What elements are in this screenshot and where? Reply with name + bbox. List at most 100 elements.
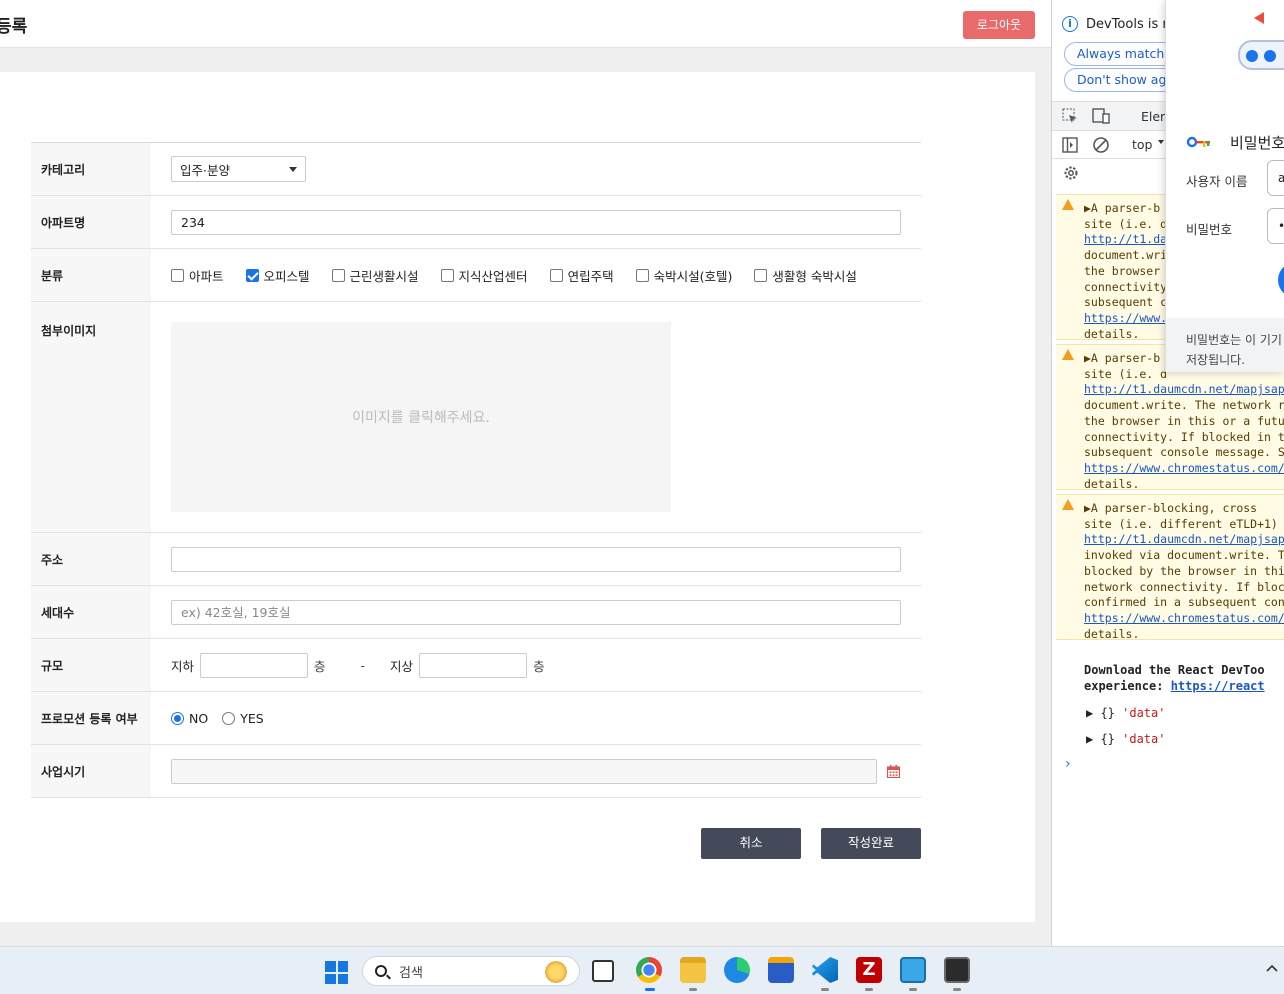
cancel-button[interactable]: 취소 (701, 828, 801, 859)
above-floors-input[interactable] (419, 652, 528, 678)
sidebar-toggle-icon[interactable] (1062, 137, 1078, 153)
password-field[interactable]: • (1267, 208, 1284, 244)
store-icon[interactable] (768, 957, 794, 983)
running-indicator (909, 988, 917, 991)
popup-footer: 비밀번호는 이 기기 저장됩니다. (1166, 318, 1284, 372)
console-prompt[interactable]: › (1065, 756, 1071, 772)
web-app: 등록 로그아웃 카테고리 입주·분양 아파트명 분류 (0, 0, 1051, 946)
checkbox-unchecked-icon (331, 268, 345, 282)
logout-button[interactable]: 로그아웃 (963, 11, 1035, 39)
period-date-input[interactable] (171, 758, 877, 784)
category-select[interactable]: 입주·분양 (171, 156, 306, 182)
warning-text: connectivity. If blocked in t (1084, 429, 1284, 444)
chrome-icon[interactable] (636, 957, 662, 983)
clear-console-icon[interactable] (1092, 136, 1110, 154)
search-label: 검색 (399, 965, 423, 981)
context-selector[interactable]: top (1132, 137, 1152, 152)
save-password-button[interactable] (1278, 262, 1284, 298)
warning-text: document.write. The network r (1084, 398, 1284, 413)
search-icon (375, 965, 387, 977)
file-explorer-icon[interactable] (680, 957, 706, 983)
notepad-icon[interactable] (900, 957, 926, 983)
type-options: 아파트 오피스텔 근린생활시설 지식산업센터 연립주택 숙박시설(호텔) 생활형 숙박시설 (151, 249, 921, 301)
object-label: 'data' (1122, 706, 1166, 720)
expand-arrow: ▶ {} (1086, 706, 1123, 720)
promotion-yes-label: YES (240, 710, 264, 726)
basement-floors-input[interactable] (200, 652, 309, 678)
image-upload-area[interactable]: 이미지를 클릭해주세요. (171, 322, 671, 512)
windows-start-icon[interactable] (325, 961, 348, 984)
checkbox-unchecked-icon (440, 268, 454, 282)
promotion-no-label: NO (189, 710, 209, 726)
radio-selected-icon (171, 711, 184, 725)
address-row: 주소 (31, 533, 921, 586)
promotion-yes-radio[interactable]: YES (222, 710, 264, 726)
warning-link[interactable]: http://t1.daumcdn.net/mapjsap (1084, 382, 1284, 398)
device-toolbar-icon[interactable] (1092, 108, 1110, 124)
warning-text[interactable]: ▶A parser-blocking, cross (1084, 501, 1284, 517)
console-object[interactable]: ▶ {} 'data' (1086, 732, 1165, 746)
username-field[interactable]: ad (1267, 160, 1284, 196)
warning-text: subsequent console message. S (1084, 445, 1284, 460)
calendar-icon[interactable] (887, 764, 900, 778)
warning-link[interactable]: https://www.chromestatus.com/ (1084, 611, 1284, 627)
promotion-no-radio[interactable]: NO (171, 711, 208, 726)
image-label: 첨부이미지 (31, 302, 151, 532)
warning-text: the browser in this or a futu (1084, 413, 1284, 428)
react-link[interactable]: https://react (1171, 679, 1265, 693)
apartment-label: 아파트명 (31, 196, 151, 248)
task-view-icon[interactable] (592, 960, 614, 982)
warning-text: invoked via document.write. T (1084, 548, 1284, 563)
running-indicator (689, 988, 697, 991)
chevron-up-icon[interactable] (1266, 964, 1278, 972)
address-input[interactable] (171, 546, 901, 572)
running-indicator (953, 988, 961, 991)
period-label: 사업시기 (31, 745, 151, 797)
dot-icon (1246, 50, 1258, 62)
households-input[interactable] (171, 599, 901, 625)
password-label: 비밀번호 (1186, 222, 1233, 237)
registration-form: 카테고리 입주·분양 아파트명 분류 아파트 오피스텔 근린생활시설 지식산업센터 연립… (31, 142, 921, 798)
taskbar-search[interactable]: 검색 (362, 956, 580, 986)
type-label: 분류 (31, 249, 151, 301)
warning-link[interactable]: https://www.chromestatus.com/ (1084, 461, 1284, 477)
type-checkbox-label: 지식산업센터 (458, 268, 528, 284)
filezilla-icon[interactable]: Z (856, 957, 882, 983)
type-checkbox[interactable]: 숙박시설(호텔) (635, 266, 732, 285)
console-object[interactable]: ▶ {} 'data' (1086, 706, 1165, 720)
type-checkbox[interactable]: 근린생활시설 (331, 266, 419, 285)
above-label: 지상 (390, 658, 414, 674)
scale-row: 규모 지하 층 - 지상 층 (31, 639, 921, 692)
type-checkbox[interactable]: 연립주택 (549, 266, 614, 285)
type-checkbox[interactable]: 오피스텔 (245, 266, 310, 285)
promotion-row: 프로모션 등록 여부 NO YES (31, 692, 921, 745)
type-checkbox-label: 연립주택 (567, 268, 614, 284)
running-indicator (821, 988, 829, 991)
content-panel: 카테고리 입주·분양 아파트명 분류 아파트 오피스텔 근린생활시설 지식산업센터 연립… (0, 72, 1035, 922)
settings-gear-icon[interactable] (1062, 164, 1080, 182)
password-illustration (1238, 40, 1284, 70)
footer-text: 저장됩니다. (1186, 353, 1246, 367)
scale-dash: - (360, 657, 366, 673)
close-arrow-icon[interactable] (1254, 12, 1264, 24)
inspect-element-icon[interactable] (1062, 108, 1078, 124)
type-checkbox[interactable]: 지식산업센터 (440, 266, 528, 285)
warning-link[interactable]: http://t1.daumcdn.net/mapjsap (1084, 532, 1284, 548)
scale-label: 규모 (31, 639, 151, 691)
search-highlight-icon (545, 961, 567, 983)
apartment-name-input[interactable] (171, 209, 901, 235)
chevron-down-icon (1158, 140, 1164, 144)
chevron-down-icon (289, 166, 297, 172)
warning-text: confirmed in a subsequent con (1084, 595, 1284, 610)
category-select-value: 입주·분양 (180, 162, 230, 178)
edge-icon[interactable] (724, 957, 750, 983)
active-indicator (645, 988, 655, 991)
type-checkbox[interactable]: 생활형 숙박시설 (754, 266, 857, 285)
type-checkbox[interactable]: 아파트 (171, 266, 224, 285)
key-icon (1186, 136, 1210, 148)
terminal-icon[interactable] (944, 957, 970, 983)
type-checkbox-label: 아파트 (189, 268, 224, 284)
username-label: 사용자 이름 (1186, 174, 1248, 189)
submit-button[interactable]: 작성완료 (821, 828, 921, 859)
console-text: experience: (1084, 679, 1171, 693)
